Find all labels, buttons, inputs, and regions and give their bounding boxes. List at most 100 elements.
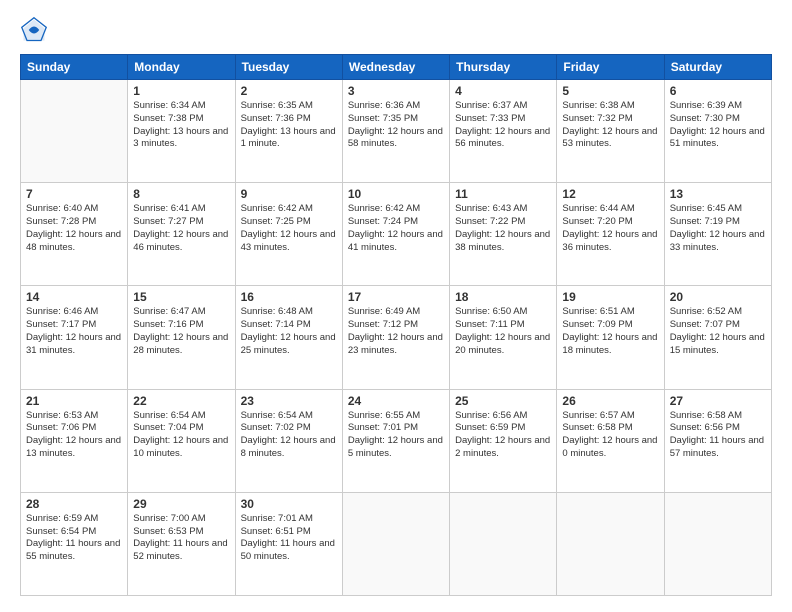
table-row: 4Sunrise: 6:37 AMSunset: 7:33 PMDaylight… bbox=[450, 80, 557, 183]
table-row bbox=[342, 492, 449, 595]
sunset: Sunset: 7:04 PM bbox=[133, 422, 203, 433]
daylight: Daylight: 12 hours and 53 minutes. bbox=[562, 126, 657, 150]
table-row: 28Sunrise: 6:59 AMSunset: 6:54 PMDayligh… bbox=[21, 492, 128, 595]
sunset: Sunset: 7:22 PM bbox=[455, 216, 525, 227]
sunrise: Sunrise: 6:59 AM bbox=[26, 513, 98, 524]
day-info: Sunrise: 6:54 AMSunset: 7:02 PMDaylight:… bbox=[241, 410, 337, 461]
sunrise: Sunrise: 6:44 AM bbox=[562, 203, 634, 214]
day-info: Sunrise: 6:52 AMSunset: 7:07 PMDaylight:… bbox=[670, 306, 766, 357]
day-number: 30 bbox=[241, 497, 337, 511]
sunrise: Sunrise: 6:35 AM bbox=[241, 100, 313, 111]
sunset: Sunset: 7:02 PM bbox=[241, 422, 311, 433]
day-number: 10 bbox=[348, 187, 444, 201]
sunset: Sunset: 7:24 PM bbox=[348, 216, 418, 227]
table-row bbox=[557, 492, 664, 595]
table-row: 13 Sunrise: 6:45 AMSunset: 7:19 PMDayligh… bbox=[664, 183, 771, 286]
day-number: 27 bbox=[670, 394, 766, 408]
day-info: Sunrise: 6:37 AMSunset: 7:33 PMDaylight:… bbox=[455, 100, 551, 151]
table-row: 20 Sunrise: 6:52 AMSunset: 7:07 PMDayligh… bbox=[664, 286, 771, 389]
daylight: Daylight: 12 hours and 2 minutes. bbox=[455, 435, 550, 459]
sunrise: Sunrise: 6:40 AM bbox=[26, 203, 98, 214]
sunrise: Sunrise: 6:55 AM bbox=[348, 410, 420, 421]
day-info: Sunrise: 6:59 AMSunset: 6:54 PMDaylight:… bbox=[26, 513, 122, 564]
day-info: Sunrise: 6:58 AMSunset: 6:56 PMDaylight:… bbox=[670, 410, 766, 461]
sunrise: Sunrise: 6:52 AM bbox=[670, 306, 742, 317]
calendar-header-row: Sunday Monday Tuesday Wednesday Thursday… bbox=[21, 55, 772, 80]
sunset: Sunset: 6:51 PM bbox=[241, 526, 311, 537]
day-info: Sunrise: 6:38 AMSunset: 7:32 PMDaylight:… bbox=[562, 100, 658, 151]
daylight: Daylight: 12 hours and 28 minutes. bbox=[133, 332, 228, 356]
sunrise: Sunrise: 6:51 AM bbox=[562, 306, 634, 317]
day-info: Sunrise: 6:46 AMSunset: 7:17 PMDaylight:… bbox=[26, 306, 122, 357]
col-monday: Monday bbox=[128, 55, 235, 80]
sunset: Sunset: 7:20 PM bbox=[562, 216, 632, 227]
sunset: Sunset: 7:11 PM bbox=[455, 319, 525, 330]
daylight: Daylight: 13 hours and 1 minute. bbox=[241, 126, 336, 150]
daylight: Daylight: 12 hours and 0 minutes. bbox=[562, 435, 657, 459]
table-row: 5 Sunrise: 6:38 AMSunset: 7:32 PMDaylight… bbox=[557, 80, 664, 183]
day-number: 5 bbox=[562, 84, 658, 98]
sunset: Sunset: 7:12 PM bbox=[348, 319, 418, 330]
day-info: Sunrise: 6:53 AMSunset: 7:06 PMDaylight:… bbox=[26, 410, 122, 461]
day-number: 25 bbox=[455, 394, 551, 408]
col-thursday: Thursday bbox=[450, 55, 557, 80]
sunset: Sunset: 7:14 PM bbox=[241, 319, 311, 330]
day-info: Sunrise: 6:45 AMSunset: 7:19 PMDaylight:… bbox=[670, 203, 766, 254]
day-info: Sunrise: 6:44 AMSunset: 7:20 PMDaylight:… bbox=[562, 203, 658, 254]
sunrise: Sunrise: 6:34 AM bbox=[133, 100, 205, 111]
logo bbox=[20, 16, 52, 44]
sunrise: Sunrise: 6:47 AM bbox=[133, 306, 205, 317]
day-number: 12 bbox=[562, 187, 658, 201]
sunset: Sunset: 6:58 PM bbox=[562, 422, 632, 433]
day-info: Sunrise: 6:55 AMSunset: 7:01 PMDaylight:… bbox=[348, 410, 444, 461]
sunrise: Sunrise: 6:43 AM bbox=[455, 203, 527, 214]
day-number: 13 bbox=[670, 187, 766, 201]
sunrise: Sunrise: 6:54 AM bbox=[133, 410, 205, 421]
day-info: Sunrise: 6:41 AMSunset: 7:27 PMDaylight:… bbox=[133, 203, 229, 254]
day-number: 18 bbox=[455, 290, 551, 304]
daylight: Daylight: 12 hours and 25 minutes. bbox=[241, 332, 336, 356]
sunrise: Sunrise: 6:46 AM bbox=[26, 306, 98, 317]
calendar-week-row: 14Sunrise: 6:46 AMSunset: 7:17 PMDayligh… bbox=[21, 286, 772, 389]
day-info: Sunrise: 6:51 AM Sunset: 7:09 PM Daylight:… bbox=[562, 306, 658, 357]
daylight: Daylight: 12 hours and 43 minutes. bbox=[241, 229, 336, 253]
day-info: Sunrise: 6:42 AMSunset: 7:25 PMDaylight:… bbox=[241, 203, 337, 254]
sunset: Sunset: 6:53 PM bbox=[133, 526, 203, 537]
day-info: Sunrise: 6:56 AMSunset: 6:59 PMDaylight:… bbox=[455, 410, 551, 461]
table-row: 9Sunrise: 6:42 AMSunset: 7:25 PMDaylight… bbox=[235, 183, 342, 286]
table-row: 7Sunrise: 6:40 AMSunset: 7:28 PMDaylight… bbox=[21, 183, 128, 286]
calendar-week-row: 1 Sunrise: 6:34 AM Sunset: 7:38 PM Daylight… bbox=[21, 80, 772, 183]
day-info: Sunrise: 7:00 AMSunset: 6:53 PMDaylight:… bbox=[133, 513, 229, 564]
table-row: 23Sunrise: 6:54 AMSunset: 7:02 PMDayligh… bbox=[235, 389, 342, 492]
sunrise: Sunrise: 6:42 AM bbox=[241, 203, 313, 214]
day-info: Sunrise: 6:50 AMSunset: 7:11 PMDaylight:… bbox=[455, 306, 551, 357]
daylight: Daylight: 12 hours and 15 minutes. bbox=[670, 332, 765, 356]
day-number: 2 bbox=[241, 84, 337, 98]
day-number: 26 bbox=[562, 394, 658, 408]
daylight: Daylight: 12 hours and 41 minutes. bbox=[348, 229, 443, 253]
day-info: Sunrise: 6:57 AMSunset: 6:58 PMDaylight:… bbox=[562, 410, 658, 461]
day-number: 7 bbox=[26, 187, 122, 201]
daylight: Daylight: 12 hours and 48 minutes. bbox=[26, 229, 121, 253]
sunset: Sunset: 7:09 PM bbox=[562, 319, 632, 330]
day-number: 17 bbox=[348, 290, 444, 304]
day-info: Sunrise: 6:47 AMSunset: 7:16 PMDaylight:… bbox=[133, 306, 229, 357]
sunset: Sunset: 7:27 PM bbox=[133, 216, 203, 227]
table-row: 18 Sunrise: 6:50 AMSunset: 7:11 PMDayligh… bbox=[450, 286, 557, 389]
daylight: Daylight: 12 hours and 18 minutes. bbox=[562, 332, 657, 356]
calendar-week-row: 7Sunrise: 6:40 AMSunset: 7:28 PMDaylight… bbox=[21, 183, 772, 286]
day-number: 29 bbox=[133, 497, 229, 511]
daylight: Daylight: 12 hours and 51 minutes. bbox=[670, 126, 765, 150]
day-number: 1 bbox=[133, 84, 229, 98]
day-number: 20 bbox=[670, 290, 766, 304]
daylight: Daylight: 12 hours and 58 minutes. bbox=[348, 126, 443, 150]
daylight: Daylight: 12 hours and 10 minutes. bbox=[133, 435, 228, 459]
sunset: Sunset: 7:38 PM bbox=[133, 113, 203, 124]
sunrise: Sunrise: 6:48 AM bbox=[241, 306, 313, 317]
sunset: Sunset: 7:33 PM bbox=[455, 113, 525, 124]
col-saturday: Saturday bbox=[664, 55, 771, 80]
sunrise: Sunrise: 7:01 AM bbox=[241, 513, 313, 524]
sunrise: Sunrise: 7:00 AM bbox=[133, 513, 205, 524]
sunrise: Sunrise: 6:42 AM bbox=[348, 203, 420, 214]
table-row: 15Sunrise: 6:47 AMSunset: 7:16 PMDayligh… bbox=[128, 286, 235, 389]
